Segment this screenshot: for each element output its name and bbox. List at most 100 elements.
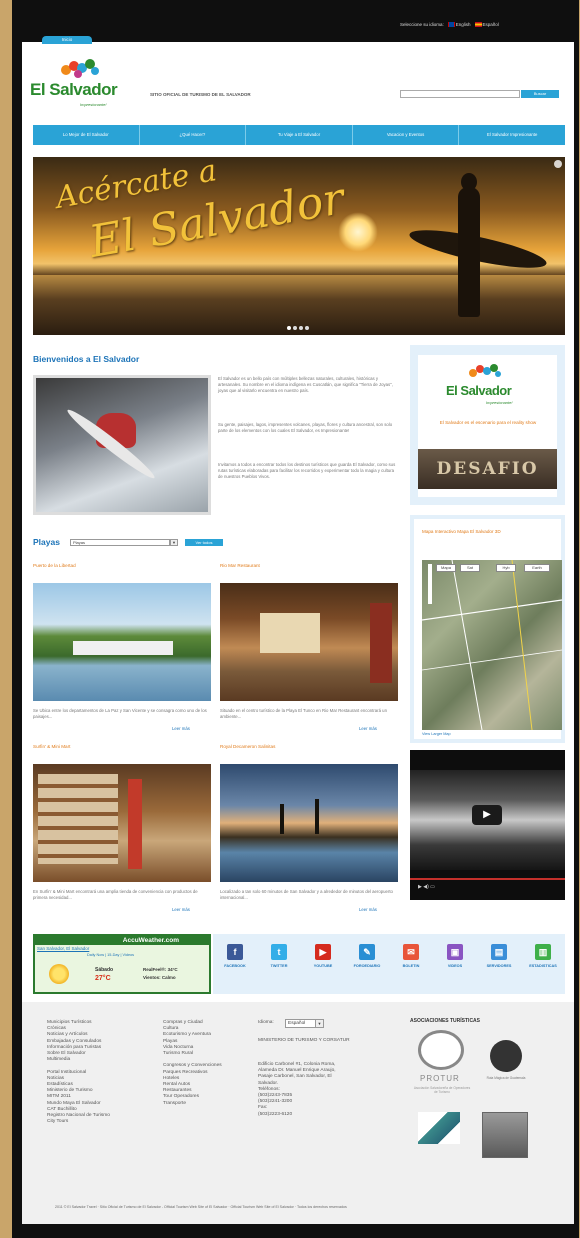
- footer-col1-link[interactable]: City Tours: [47, 1119, 110, 1125]
- nav-vacacion[interactable]: Vacacion y Eventos: [353, 125, 460, 145]
- nav-que-hacer[interactable]: ¿Qué Hacer?: [140, 125, 247, 145]
- footer-col2-link[interactable]: Transporte: [163, 1101, 222, 1107]
- social-boletin[interactable]: ✉ BOLETIN: [393, 944, 429, 994]
- desafio-banner[interactable]: DESAFIO: [418, 449, 557, 489]
- hero-banner[interactable]: Acércate a El Salvador: [33, 157, 565, 335]
- english-link[interactable]: English: [447, 22, 471, 28]
- idioma-label: Idioma:: [258, 1020, 274, 1025]
- map-mode-mapa[interactable]: Mapa: [436, 564, 456, 572]
- card-4-photo[interactable]: [220, 764, 398, 882]
- server-icon: ▤: [491, 944, 507, 960]
- language-bar: Seleccione su idioma: English Español: [400, 22, 499, 28]
- weather-brand: AccuWeather.com: [35, 936, 209, 945]
- promo-logo: El Salvador: [446, 383, 512, 398]
- card-3-desc: En Surfin' & Mini Mart encontrará una am…: [33, 889, 198, 900]
- espanol-link[interactable]: Español: [474, 22, 499, 28]
- protur-name: PROTUR: [420, 1074, 460, 1083]
- youtube-icon: ▶: [315, 944, 331, 960]
- footer-col1-link[interactable]: Mundo Maya El Salvador: [47, 1101, 110, 1107]
- map-mode-hyb[interactable]: Hyb: [496, 564, 516, 572]
- video-player[interactable]: ▶ ▶ ◀) ▭: [410, 750, 565, 900]
- card-1-title[interactable]: Puerto de la Libertad: [33, 563, 76, 568]
- search-button[interactable]: Buscar: [521, 90, 559, 98]
- site-logo[interactable]: El Salvador: [30, 80, 118, 100]
- social-estadisticas[interactable]: ▥ ESTADISTICAS: [525, 944, 561, 994]
- address-line: (503)2223-6120: [258, 1111, 293, 1117]
- card-3-title[interactable]: Surfin' & Mini Mart: [33, 744, 70, 749]
- ruta-logo-icon[interactable]: [490, 1040, 522, 1072]
- card-1-more-link[interactable]: Leer más: [172, 726, 190, 731]
- map-view[interactable]: [422, 560, 562, 730]
- newsletter-icon: ✉: [403, 944, 419, 960]
- map-zoom-control[interactable]: [428, 564, 432, 604]
- nav-lo-mejor[interactable]: Lo Mejor de El Salvador: [33, 125, 140, 145]
- social-facebook[interactable]: f FACEBOOK: [217, 944, 253, 994]
- main-nav: Lo Mejor de El Salvador ¿Qué Hacer? Tu V…: [33, 125, 565, 145]
- video-controls-icon[interactable]: ▶ ◀) ▭: [418, 884, 435, 890]
- assoc-logo-3-icon[interactable]: [418, 1112, 460, 1144]
- footer-col1-link[interactable]: Embajadas y Consulados: [47, 1039, 110, 1045]
- hero-dot-1[interactable]: [287, 326, 291, 330]
- promo-flower-icon: [468, 363, 502, 383]
- card-1-desc: Se Ubica entre los departamentos de La P…: [33, 708, 207, 719]
- promo-text: El Salvador es el escenario para el real…: [439, 420, 537, 425]
- card-1-photo[interactable]: [33, 583, 211, 701]
- promo-box[interactable]: El Salvador Impresionante! El Salvador e…: [410, 345, 565, 505]
- surfer-silhouette: [458, 187, 480, 317]
- hero-dot-2[interactable]: [293, 326, 297, 330]
- card-2-photo[interactable]: [220, 583, 398, 701]
- view-larger-map-link[interactable]: View Larger Map: [422, 732, 451, 736]
- surfer-head: [461, 173, 477, 191]
- weather-location[interactable]: San Salvador, El Salvador: [37, 946, 89, 951]
- chevron-down-icon[interactable]: ▼: [315, 1019, 324, 1028]
- nav-impresionante[interactable]: El Salvador Impresionante: [459, 125, 565, 145]
- social-videos[interactable]: ▣ VIDEOS: [437, 944, 473, 994]
- assoc-title: ASOCIACIONES TURÍSTICAS: [410, 1018, 481, 1024]
- social-servidores[interactable]: ▤ SERVIDORES: [481, 944, 517, 994]
- protur-logo-icon[interactable]: [418, 1030, 464, 1070]
- spain-flag-icon: [474, 22, 482, 28]
- weather-links[interactable]: Daily Now | 15-Day | Videos: [87, 953, 134, 957]
- social-youtube[interactable]: ▶ YOUTUBE: [305, 944, 341, 994]
- card-3-more-link[interactable]: Leer más: [172, 907, 190, 912]
- protur-desc: Asociación Salvadoreña de Operadores de …: [413, 1086, 471, 1094]
- play-icon[interactable]: ▶: [472, 805, 502, 825]
- hero-dot-4[interactable]: [305, 326, 309, 330]
- video-progress[interactable]: [410, 878, 565, 880]
- card-4-title[interactable]: Royal Decameron Salinitas: [220, 744, 275, 749]
- facebook-icon: f: [227, 944, 243, 960]
- welcome-photo: [33, 375, 211, 515]
- weather-realfeel: RealFeel®: 34°C: [143, 967, 178, 972]
- store-shelves: [38, 774, 118, 864]
- sun-icon: [49, 964, 69, 984]
- map-box: Mapa Interactivo Mapa El Salvador 3D Map…: [410, 515, 565, 743]
- copyright: 2011 © El Salvador Travel · Sitio Oficia…: [55, 1205, 347, 1209]
- ver-todos-button[interactable]: Ver todos: [185, 539, 223, 546]
- weather-widget[interactable]: AccuWeather.com San Salvador, El Salvado…: [33, 934, 211, 994]
- chevron-down-icon[interactable]: ▼: [170, 539, 178, 546]
- map-mode-sat[interactable]: Sat: [460, 564, 480, 572]
- video-icon: ▣: [447, 944, 463, 960]
- hero-dot-3[interactable]: [299, 326, 303, 330]
- footer-col2-link[interactable]: Congresos y Convenciones: [163, 1063, 222, 1069]
- map-mode-earth[interactable]: Earth: [524, 564, 550, 572]
- language-label: Seleccione su idioma:: [400, 22, 444, 28]
- twitter-icon: t: [271, 944, 287, 960]
- assoc-logo-4-icon[interactable]: [482, 1112, 528, 1158]
- nav-tu-viaje[interactable]: Tu Viaje a El Salvador: [246, 125, 353, 145]
- social-foroediario[interactable]: ✎ FOROEDIARIO: [349, 944, 385, 994]
- card-2-more-link[interactable]: Leer más: [359, 726, 377, 731]
- search-input[interactable]: [400, 90, 520, 98]
- card-3-photo[interactable]: [33, 764, 211, 882]
- promo-logo-sub: Impresionante!: [486, 400, 513, 405]
- hero-pagination: [287, 326, 309, 330]
- site-tagline: SITIO OFICIAL DE TURISMO DE EL SALVADOR: [150, 92, 251, 97]
- tab-inicio[interactable]: Inicio: [42, 36, 92, 44]
- hero-corner-icon[interactable]: [554, 160, 562, 168]
- card-4-more-link[interactable]: Leer más: [359, 907, 377, 912]
- weather-temp: 27°C: [95, 975, 111, 982]
- social-bar: f FACEBOOK t TWITTER ▶ YOUTUBE ✎ FOROEDIARIO…: [213, 934, 565, 994]
- card-2-title[interactable]: Rio Mar Restaurant: [220, 563, 260, 568]
- playas-select[interactable]: Playas: [70, 539, 170, 546]
- social-twitter[interactable]: t TWITTER: [261, 944, 297, 994]
